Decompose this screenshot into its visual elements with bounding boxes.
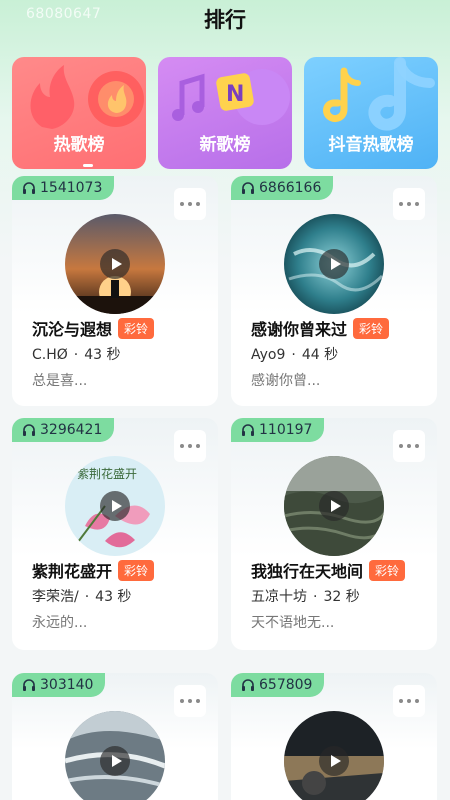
artist-name: 李荣浩/ [32,589,79,605]
song-title: 紫荆花盛开 [32,562,113,581]
meta-separator: · [313,589,318,605]
play-count-badge: 303140 [12,673,106,697]
duration: 43 秒 [84,347,121,363]
play-count-badge: 3296421 [12,418,115,442]
play-count-badge: 1541073 [12,176,115,200]
duration: 44 秒 [301,347,339,363]
cover-text: 紫荆花盛开 [77,466,137,481]
play-button[interactable] [100,746,130,776]
play-count-badge: 6866166 [231,176,334,200]
play-count: 6866166 [259,180,322,196]
category-new-songs[interactable]: N 新歌榜 [158,57,292,169]
play-count: 303140 [40,677,94,693]
song-title: 感谢你曾来过 [251,320,348,339]
chart-category-row: 热歌榜 N 新歌榜 抖音热歌榜 [12,57,438,171]
more-options-button[interactable] [174,685,206,717]
play-button[interactable] [319,249,349,279]
more-options-button[interactable] [393,430,425,462]
play-count-badge: 110197 [231,418,325,442]
headphones-icon [23,424,35,436]
ringtone-badge[interactable]: 彩铃 [353,317,390,339]
song-title: 我独行在天地间 [251,562,364,581]
song-meta: Ayo9 · 44 秒 [251,344,338,364]
lyric-snippet: 永远的... [32,615,88,631]
play-count: 657809 [259,677,313,693]
category-label: 抖音热歌榜 [328,135,414,155]
song-card[interactable]: 303140 [12,673,218,800]
douyin-note-icon [323,57,435,131]
play-button[interactable] [319,746,349,776]
headphones-icon [242,679,254,691]
album-cover[interactable] [65,711,165,800]
headphones-icon [242,182,254,194]
play-count-badge: 657809 [231,673,325,697]
category-label: 新歌榜 [199,135,251,155]
more-options-button[interactable] [393,685,425,717]
play-count: 1541073 [40,180,103,196]
album-cover[interactable] [284,214,384,314]
play-button[interactable] [319,491,349,521]
album-cover[interactable]: 紫荆花盛开 [65,456,165,556]
category-douyin-hot-songs[interactable]: 抖音热歌榜 [304,57,438,169]
song-card[interactable]: 657809 [231,673,437,800]
song-card[interactable]: 3296421 紫荆花盛开 紫荆花盛开 彩铃 李荣浩/ · 43 秒 永远的... [12,418,218,650]
song-meta: 李荣浩/ · 43 秒 [32,586,131,606]
album-cover[interactable] [284,711,384,800]
lyric-snippet: 总是喜... [32,373,88,389]
play-button[interactable] [100,491,130,521]
more-options-button[interactable] [174,430,206,462]
ringtone-badge[interactable]: 彩铃 [369,559,406,581]
play-count: 110197 [259,422,313,438]
page-title: 排行 [204,8,246,32]
meta-separator: · [73,347,79,363]
play-button[interactable] [100,249,130,279]
category-selected-indicator [83,164,93,167]
album-cover[interactable] [284,456,384,556]
song-card[interactable]: 1541073 沉沦与遐想 彩铃 C.HØ · 43 秒 总是喜... [12,176,218,406]
song-meta: C.HØ · 43 秒 [32,344,121,364]
ringtone-badge[interactable]: 彩铃 [118,317,155,339]
more-options-button[interactable] [174,188,206,220]
play-count: 3296421 [40,422,103,438]
duration: 43 秒 [95,589,132,605]
artist-name: C.HØ [32,347,68,363]
duration: 32 秒 [323,589,360,605]
artist-name: Ayo9 [251,347,286,363]
lyric-snippet: 感谢你曾... [251,373,321,389]
lyric-snippet: 天不语地无... [251,615,335,631]
ringtone-badge[interactable]: 彩铃 [118,559,155,581]
artist-name: 五凉十坊 [251,589,307,605]
meta-separator: · [84,589,90,605]
more-options-button[interactable] [393,188,425,220]
headphones-icon [23,679,35,691]
category-label: 热歌榜 [53,135,105,155]
song-title: 沉沦与遐想 [32,320,113,339]
album-cover[interactable] [65,214,165,314]
song-meta: 五凉十坊 · 32 秒 [251,586,360,606]
flame-icon [30,65,144,129]
svg-text:N: N [226,82,244,107]
song-card[interactable]: 110197 我独行在天地间 彩铃 五凉十坊 · 32 秒 天不语地无... [231,418,437,650]
music-note-icon: N [172,69,290,125]
headphones-icon [242,424,254,436]
meta-separator: · [291,347,296,363]
headphones-icon [23,182,35,194]
category-hot-songs[interactable]: 热歌榜 [12,57,146,169]
song-card[interactable]: 6866166 感谢你曾来过 彩铃 Ayo9 · 44 秒 感谢你曾... [231,176,437,406]
